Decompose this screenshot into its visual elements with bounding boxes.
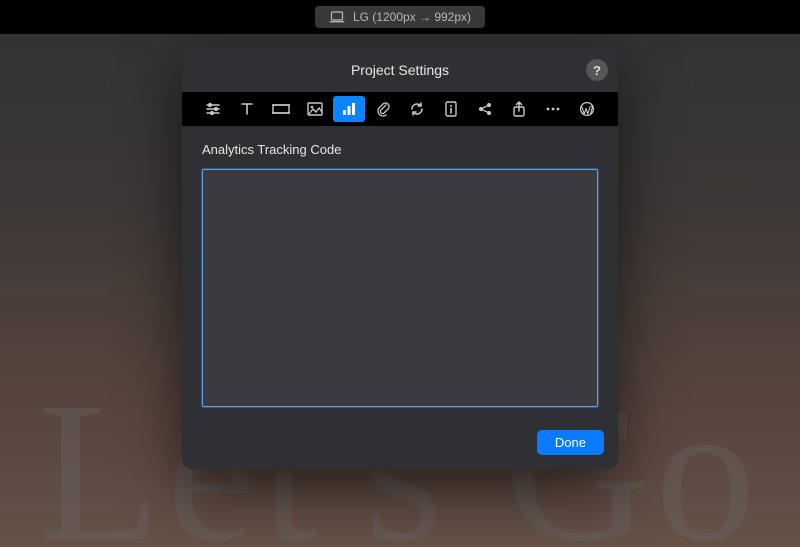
top-bar: LG (1200px → 992px) — [0, 0, 800, 34]
laptop-icon — [329, 11, 345, 23]
done-button[interactable]: Done — [537, 430, 604, 455]
analytics-code-textarea[interactable] — [202, 169, 598, 407]
upload-icon[interactable] — [503, 96, 535, 122]
help-button[interactable]: ? — [586, 59, 608, 81]
analytics-icon[interactable] — [333, 96, 365, 122]
info-icon[interactable] — [435, 96, 467, 122]
image-icon[interactable] — [299, 96, 331, 122]
frame-icon[interactable] — [265, 96, 297, 122]
modal-footer: Done — [182, 426, 618, 469]
analytics-code-label: Analytics Tracking Code — [202, 142, 598, 157]
text-icon[interactable] — [231, 96, 263, 122]
more-icon[interactable] — [537, 96, 569, 122]
refresh-icon[interactable] — [401, 96, 433, 122]
modal-body: Analytics Tracking Code — [182, 126, 618, 426]
breakpoint-indicator[interactable]: LG (1200px → 992px) — [315, 6, 485, 28]
breakpoint-label: LG (1200px → 992px) — [353, 10, 471, 24]
attachment-icon[interactable] — [367, 96, 399, 122]
wordpress-icon[interactable] — [571, 96, 603, 122]
share-icon[interactable] — [469, 96, 501, 122]
settings-sliders-icon[interactable] — [197, 96, 229, 122]
project-settings-modal: Project Settings ? — [182, 48, 618, 469]
settings-tab-toolbar — [182, 92, 618, 126]
modal-header: Project Settings ? — [182, 48, 618, 92]
app-stage: Let's Go LG (1200px → 992px) Project Set… — [0, 0, 800, 547]
modal-title: Project Settings — [351, 62, 449, 78]
